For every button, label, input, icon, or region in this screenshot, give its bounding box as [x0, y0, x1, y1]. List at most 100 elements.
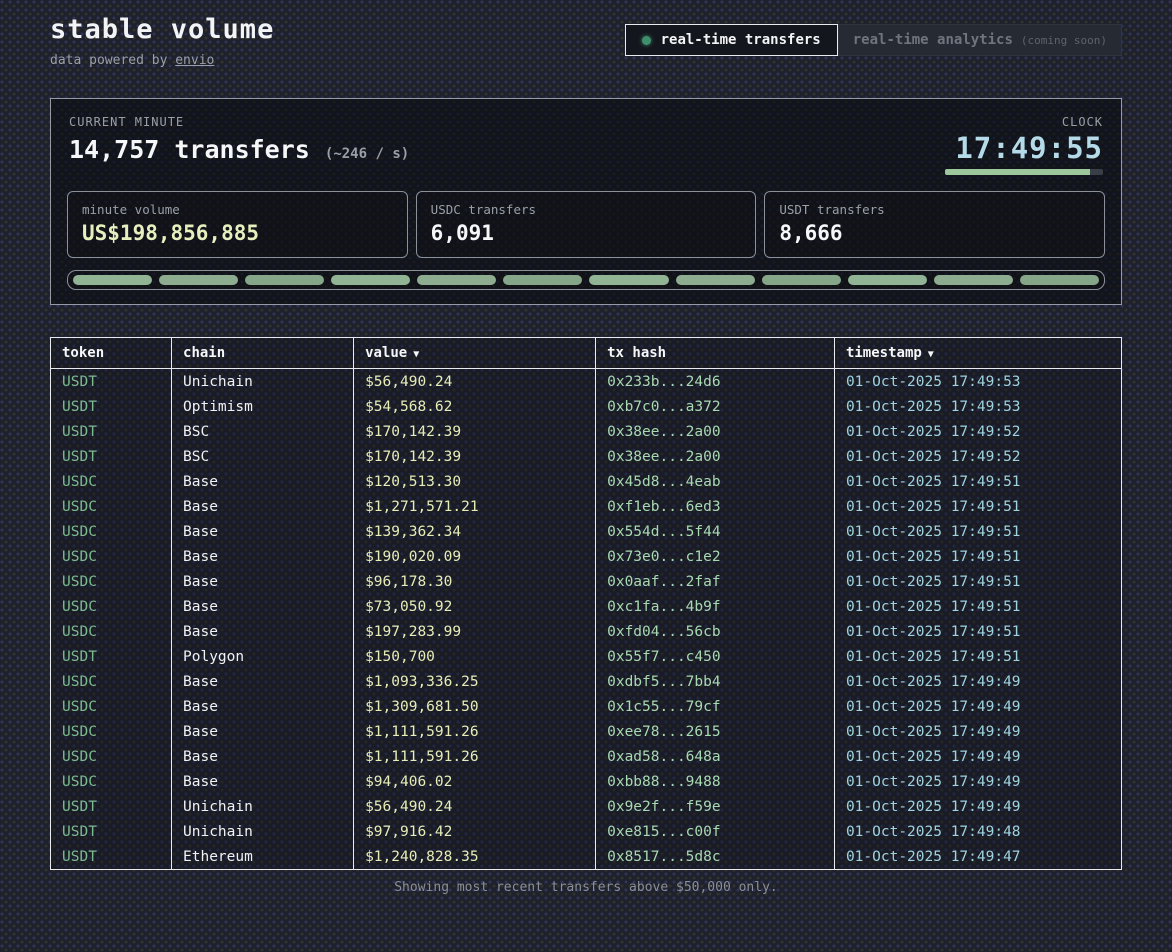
cell-token: USDT — [51, 419, 172, 444]
current-minute-panel: CURRENT MINUTE 14,757 transfers (~246 / … — [50, 98, 1122, 305]
cell-value: $120,513.30 — [354, 469, 596, 494]
powered-by-text: data powered by — [50, 53, 175, 68]
cell-hash[interactable]: 0xbb88...9488 — [596, 769, 835, 794]
cell-hash[interactable]: 0xee78...2615 — [596, 719, 835, 744]
cell-hash[interactable]: 0x38ee...2a00 — [596, 419, 835, 444]
cell-hash[interactable]: 0x1c55...79cf — [596, 694, 835, 719]
cell-chain: Unichain — [172, 819, 354, 844]
cell-token: USDC — [51, 694, 172, 719]
brand: stable volume data powered by envio — [50, 14, 274, 68]
cell-token: USDC — [51, 744, 172, 769]
cell-token: USDT — [51, 394, 172, 419]
envio-link[interactable]: envio — [175, 53, 214, 68]
cell-value: $1,240,828.35 — [354, 844, 596, 870]
cell-hash[interactable]: 0xfd04...56cb — [596, 619, 835, 644]
cell-value: $139,362.34 — [354, 519, 596, 544]
cell-time: 01-Oct-2025 17:49:51 — [834, 594, 1121, 619]
cell-hash[interactable]: 0xb7c0...a372 — [596, 394, 835, 419]
cell-time: 01-Oct-2025 17:49:52 — [834, 444, 1121, 469]
table-row: USDTUnichain$97,916.420xe815...c00f01-Oc… — [51, 819, 1122, 844]
cell-chain: Base — [172, 719, 354, 744]
table-row: USDCBase$139,362.340x554d...5f4401-Oct-2… — [51, 519, 1122, 544]
transfers-table: token chain value▼ tx hash timestamp▼ US… — [50, 337, 1122, 870]
cell-chain: Base — [172, 544, 354, 569]
cell-hash[interactable]: 0xdbf5...7bb4 — [596, 669, 835, 694]
cell-hash[interactable]: 0x0aaf...2faf — [596, 569, 835, 594]
header-timestamp[interactable]: timestamp▼ — [834, 338, 1121, 369]
cell-time: 01-Oct-2025 17:49:51 — [834, 569, 1121, 594]
minute-segment — [245, 275, 324, 285]
cell-chain: BSC — [172, 444, 354, 469]
cell-token: USDC — [51, 494, 172, 519]
cell-time: 01-Oct-2025 17:49:49 — [834, 794, 1121, 819]
cell-hash[interactable]: 0x55f7...c450 — [596, 644, 835, 669]
cell-token: USDC — [51, 619, 172, 644]
cell-token: USDT — [51, 444, 172, 469]
live-dot-icon — [642, 36, 651, 45]
table-row: USDCBase$120,513.300x45d8...4eab01-Oct-2… — [51, 469, 1122, 494]
header-value[interactable]: value▼ — [354, 338, 596, 369]
cell-hash[interactable]: 0xf1eb...6ed3 — [596, 494, 835, 519]
cell-chain: Base — [172, 594, 354, 619]
cell-hash[interactable]: 0xc1fa...4b9f — [596, 594, 835, 619]
transfers-word: transfers — [159, 135, 325, 164]
cell-chain: Optimism — [172, 394, 354, 419]
cell-hash[interactable]: 0xe815...c00f — [596, 819, 835, 844]
cell-hash[interactable]: 0x554d...5f44 — [596, 519, 835, 544]
page-title: stable volume — [50, 14, 274, 45]
header-chain: chain — [172, 338, 354, 369]
cell-hash[interactable]: 0x9e2f...f59e — [596, 794, 835, 819]
clock-time: 17:49:55 — [945, 131, 1103, 165]
minute-segment — [934, 275, 1013, 285]
cell-chain: Base — [172, 769, 354, 794]
table-row: USDCBase$73,050.920xc1fa...4b9f01-Oct-20… — [51, 594, 1122, 619]
clock: CLOCK 17:49:55 — [945, 115, 1103, 175]
table-row: USDCBase$1,309,681.500x1c55...79cf01-Oct… — [51, 694, 1122, 719]
minute-segment — [331, 275, 410, 285]
usdc-transfers-value: 6,091 — [431, 221, 742, 245]
minute-volume-value: US$198,856,885 — [82, 221, 393, 245]
cell-time: 01-Oct-2025 17:49:49 — [834, 769, 1121, 794]
cell-time: 01-Oct-2025 17:49:53 — [834, 369, 1121, 395]
cell-hash[interactable]: 0x233b...24d6 — [596, 369, 835, 395]
usdt-transfers-value: 8,666 — [779, 221, 1090, 245]
cell-token: USDC — [51, 769, 172, 794]
tab-real-time-transfers[interactable]: real-time transfers — [625, 24, 838, 56]
cell-token: USDC — [51, 594, 172, 619]
cell-value: $56,490.24 — [354, 794, 596, 819]
stat-label: minute volume — [82, 202, 393, 217]
cell-value: $170,142.39 — [354, 419, 596, 444]
cell-token: USDC — [51, 544, 172, 569]
cell-hash[interactable]: 0x45d8...4eab — [596, 469, 835, 494]
cell-token: USDT — [51, 794, 172, 819]
cell-chain: Polygon — [172, 644, 354, 669]
cell-token: USDC — [51, 519, 172, 544]
sort-desc-icon: ▼ — [413, 349, 419, 360]
cell-chain: Base — [172, 519, 354, 544]
cell-hash[interactable]: 0x73e0...c1e2 — [596, 544, 835, 569]
transfers-count: 14,757 transfers (~246 / s) — [69, 135, 409, 164]
cell-hash[interactable]: 0x38ee...2a00 — [596, 444, 835, 469]
cell-value: $56,490.24 — [354, 369, 596, 395]
cell-value: $96,178.30 — [354, 569, 596, 594]
cell-time: 01-Oct-2025 17:49:52 — [834, 419, 1121, 444]
cell-value: $94,406.02 — [354, 769, 596, 794]
cell-value: $197,283.99 — [354, 619, 596, 644]
table-row: USDTEthereum$1,240,828.350x8517...5d8c01… — [51, 844, 1122, 870]
cell-hash[interactable]: 0x8517...5d8c — [596, 844, 835, 870]
cell-time: 01-Oct-2025 17:49:53 — [834, 394, 1121, 419]
cell-time: 01-Oct-2025 17:49:51 — [834, 644, 1121, 669]
minute-segment-bar — [67, 270, 1105, 290]
cell-token: USDT — [51, 844, 172, 870]
clock-label: CLOCK — [945, 115, 1103, 129]
cell-value: $190,020.09 — [354, 544, 596, 569]
table-header-row: token chain value▼ tx hash timestamp▼ — [51, 338, 1122, 369]
cell-hash[interactable]: 0xad58...648a — [596, 744, 835, 769]
table-row: USDCBase$94,406.020xbb88...948801-Oct-20… — [51, 769, 1122, 794]
minute-segment — [73, 275, 152, 285]
powered-by: data powered by envio — [50, 53, 274, 68]
cell-chain: Base — [172, 619, 354, 644]
cell-time: 01-Oct-2025 17:49:49 — [834, 744, 1121, 769]
current-minute-label: CURRENT MINUTE — [69, 115, 409, 129]
cell-value: $170,142.39 — [354, 444, 596, 469]
